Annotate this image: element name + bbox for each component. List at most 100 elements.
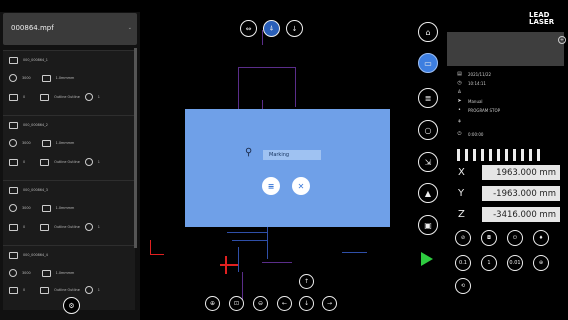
step-value: 0.1: [459, 260, 467, 266]
axis-label: Z: [458, 209, 465, 220]
arrow-right-icon[interactable]: →: [322, 296, 337, 311]
layer-outline: Outline Outline: [54, 95, 80, 99]
clock-icon: ◷: [457, 80, 462, 86]
user-icon: ♙: [457, 89, 462, 95]
reset-icon[interactable]: ⟲: [455, 278, 471, 294]
size-icon: [41, 204, 51, 212]
add-icon[interactable]: +: [558, 36, 566, 44]
fill-icon: [9, 158, 18, 166]
zoom-out-glyph: ⊖: [257, 300, 264, 307]
outline-icon: [40, 93, 50, 101]
size-icon: [41, 74, 51, 82]
export-icon[interactable]: ▣: [418, 215, 438, 235]
layer-times: 1: [97, 160, 100, 164]
home-icon[interactable]: ⌂: [418, 22, 438, 42]
coord-z: Z -3416.000 mm: [458, 207, 560, 222]
arrow-down-icon[interactable]: ↓: [299, 296, 314, 311]
move-down-glyph: ↓: [291, 24, 298, 33]
screen-icon[interactable]: ▭: [418, 53, 438, 73]
arrow-up-icon[interactable]: ↑: [299, 274, 314, 289]
layer-speed: 3000: [22, 141, 31, 145]
repeat-icon: [84, 286, 93, 294]
pointer-tool-icon[interactable]: ⍋: [263, 20, 280, 37]
control-panel: ⌂ ▭ ≣ ○ ⇲ ▲ ▣ LEAD LASER + ▤ 2021/11/22 ◷…: [410, 0, 568, 320]
repeat-icon: [84, 223, 93, 231]
arrow-left-glyph: ←: [281, 300, 288, 307]
power-ring-icon[interactable]: ○: [418, 120, 438, 140]
outline-icon: [40, 286, 50, 294]
layer-outline: Outline Outline: [54, 160, 80, 164]
outline-icon: [40, 158, 50, 166]
speed-icon: [9, 74, 17, 82]
layer-scrollbar[interactable]: [134, 48, 137, 248]
step-button[interactable]: 0.01: [507, 255, 523, 271]
database-icon[interactable]: ≣: [418, 88, 438, 108]
layer-size: 1.0mmmm: [55, 141, 75, 145]
laser-icon: ⚘: [457, 119, 462, 125]
size-icon: [41, 139, 51, 147]
layer-name: 000_000864_1: [23, 58, 48, 62]
import-icon[interactable]: ⇲: [418, 152, 438, 172]
coord-y: Y -1963.000 mm: [458, 186, 560, 201]
layer-item[interactable]: 000_000864_1 3000 1.0mmmm 0 Outline Outlin…: [3, 50, 135, 115]
coord-x: X 1963.000 mm: [458, 165, 560, 180]
layer-icon: [9, 121, 18, 129]
fill-icon: [9, 223, 18, 231]
layer-count: 0: [23, 160, 26, 164]
move-down-icon[interactable]: ↓: [286, 20, 303, 37]
zoom-out-icon[interactable]: ⊖: [253, 296, 268, 311]
settings-gear-icon[interactable]: ⚙: [63, 297, 80, 314]
stop-icon[interactable]: ⊘: [455, 230, 471, 246]
arrow-left-icon[interactable]: ←: [277, 296, 292, 311]
warning-icon[interactable]: ▲: [418, 183, 438, 203]
calendar-icon: ▤: [457, 71, 462, 77]
layer-item[interactable]: 000_000864_2 3000 1.0mmmm 0 Outline Outlin…: [3, 115, 135, 180]
axis-value: 1963.000 mm: [482, 165, 560, 180]
layer-count: 0: [23, 288, 26, 292]
power-level-bar: [457, 149, 540, 162]
fit-view-glyph: ⇔: [245, 24, 252, 33]
light-icon[interactable]: ♦: [533, 230, 549, 246]
play-icon[interactable]: [421, 252, 433, 266]
step-value: 0.01: [509, 260, 521, 266]
step-button[interactable]: 1: [481, 255, 497, 271]
layer-count: 0: [23, 225, 26, 229]
fill-icon: [9, 93, 18, 101]
arrow-down-glyph: ↓: [303, 300, 310, 307]
crosshair-icon[interactable]: ⊕: [533, 255, 549, 271]
info-duration: 0:00:00: [468, 131, 484, 137]
laser-marking-icon: ⚲: [245, 147, 253, 158]
marking-dialog: ⚲ Marking ≡ ✕: [185, 109, 390, 227]
layer-times: 1: [97, 288, 100, 292]
axis-label: X: [458, 167, 465, 178]
frame-icon[interactable]: ⊡: [229, 296, 244, 311]
file-dropdown[interactable]: 000864.mpf ⌄: [3, 13, 137, 45]
timer-icon: ⏻: [457, 131, 462, 137]
size-icon: [41, 269, 51, 277]
info-time: 10:14:11: [468, 80, 486, 86]
layer-size: 1.0mmmm: [55, 76, 75, 80]
layer-times: 1: [97, 95, 100, 99]
step-button[interactable]: 0.1: [455, 255, 471, 271]
layer-name: 000_000864_3: [23, 188, 48, 192]
layer-item[interactable]: 000_000864_3 3000 1.0mmmm 0 Outline Outlin…: [3, 180, 135, 245]
arrow-right-glyph: →: [326, 300, 333, 307]
fit-view-icon[interactable]: ⇔: [240, 20, 257, 37]
logo-line2: LASER: [529, 18, 555, 26]
layer-speed: 3000: [22, 76, 31, 80]
power-icon[interactable]: ⏻: [507, 230, 523, 246]
axis-value: -1963.000 mm: [482, 186, 560, 201]
info-mode: Manual: [468, 98, 483, 104]
message-glyph: ≡: [267, 181, 275, 191]
close-button[interactable]: ✕: [292, 177, 310, 195]
pointer-glyph: ⍋: [269, 24, 274, 32]
bullet-icon: •: [458, 107, 461, 113]
message-button[interactable]: ≡: [262, 177, 280, 195]
speed-icon: [9, 204, 17, 212]
axis-value: -3416.000 mm: [482, 207, 560, 222]
layer-size: 1.0mmmm: [55, 271, 75, 275]
layer-name: 000_000864_4: [23, 253, 48, 257]
layer-outline: Outline Outline: [54, 225, 80, 229]
camera-icon[interactable]: ◘: [481, 230, 497, 246]
zoom-in-icon[interactable]: ⊕: [205, 296, 220, 311]
